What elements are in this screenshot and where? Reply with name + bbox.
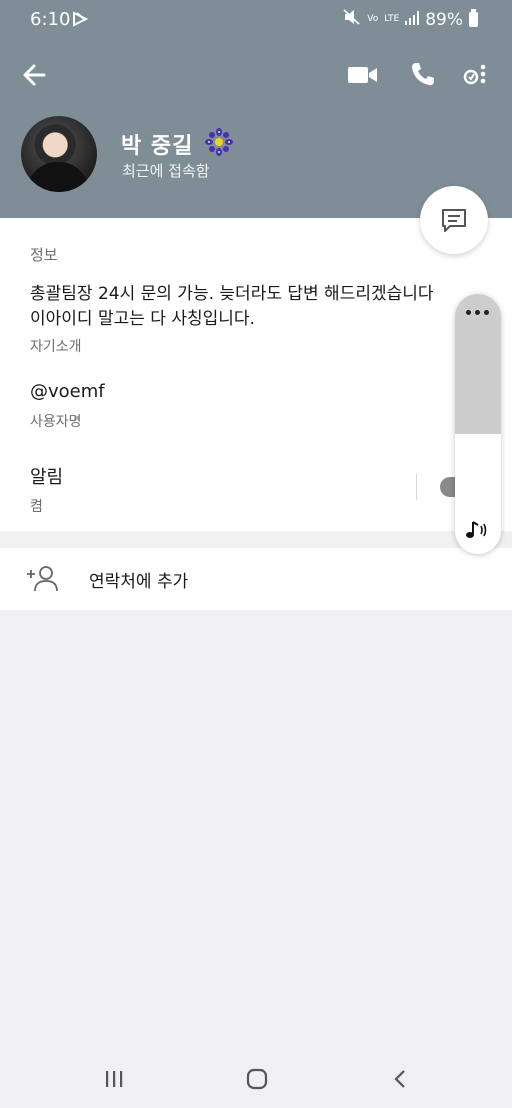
video-call-button[interactable] — [346, 62, 380, 88]
battery-icon — [469, 9, 478, 27]
notification-label[interactable]: 알림 — [30, 463, 63, 489]
chevron-left-icon — [394, 1070, 405, 1088]
phone-icon — [412, 63, 434, 86]
home-icon — [246, 1068, 268, 1090]
signal-icon — [405, 10, 420, 30]
sparkle-flower-icon — [202, 127, 236, 161]
message-button[interactable] — [420, 186, 488, 254]
bio-text[interactable]: 총괄팀장 24시 문의 가능. 늦더라도 답변 해드리겠습니다 이아이디 말고는… — [30, 282, 480, 332]
last-seen-status: 최근에 접속함 — [122, 162, 210, 180]
voice-call-button[interactable] — [409, 60, 437, 88]
play-icon — [72, 11, 89, 31]
status-bar: 6:10 Vo LTE 89% — [0, 0, 512, 40]
bio-line: 이아이디 말고는 다 사칭입니다. — [30, 309, 255, 329]
chat-bubble-icon — [442, 209, 466, 232]
divider — [416, 474, 417, 500]
add-contact-label: 연락처에 추가 — [89, 572, 189, 592]
username-caption: 사용자명 — [30, 414, 82, 430]
volume-panel[interactable] — [455, 294, 501, 554]
nav-back-button[interactable] — [393, 1069, 407, 1089]
notification-state: 켬 — [30, 499, 43, 515]
bio-line: 총괄팀장 24시 문의 가능. 늦더라도 답변 해드리겠습니다 — [30, 284, 434, 304]
mute-icon — [343, 9, 361, 30]
section-title-info: 정보 — [30, 246, 58, 264]
add-contact-row[interactable] — [0, 548, 512, 610]
battery-percent: 89% — [425, 9, 463, 30]
add-person-icon — [26, 564, 58, 596]
arrow-left-icon — [23, 64, 46, 86]
home-button[interactable] — [246, 1068, 268, 1090]
music-note-volume-icon[interactable] — [464, 519, 490, 545]
info-card — [0, 218, 512, 531]
avatar[interactable] — [21, 116, 97, 192]
system-nav-bar — [0, 1050, 512, 1108]
profile-name: 박 중길 — [121, 134, 194, 159]
status-indicators: Vo LTE 89% — [343, 9, 478, 30]
username[interactable]: @voemf — [30, 381, 105, 402]
volume-more-button[interactable] — [465, 306, 491, 318]
bio-caption: 자기소개 — [30, 339, 82, 355]
recents-button[interactable] — [104, 1070, 124, 1088]
recents-icon — [106, 1071, 123, 1087]
lte-label: LTE — [384, 14, 400, 24]
back-button[interactable] — [20, 60, 50, 90]
status-time: 6:10 — [30, 9, 71, 30]
volte-label: Vo — [367, 14, 379, 24]
more-vertical-icon — [463, 64, 486, 85]
video-camera-icon — [348, 67, 377, 83]
more-options-button[interactable] — [460, 60, 490, 90]
